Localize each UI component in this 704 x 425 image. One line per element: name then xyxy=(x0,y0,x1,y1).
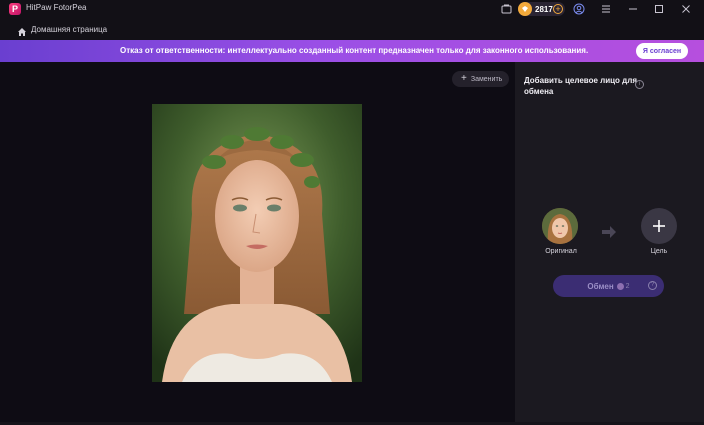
help-icon[interactable]: ? xyxy=(648,281,657,290)
disclaimer-text: Отказ от ответственности: интеллектуальн… xyxy=(120,46,589,55)
original-label: Оригинал xyxy=(545,248,577,255)
title-bar xyxy=(0,0,704,18)
add-target-face-button[interactable] xyxy=(641,208,677,244)
menu-icon[interactable] xyxy=(600,3,612,15)
swap-cost: 2 xyxy=(625,282,630,290)
settings-panel xyxy=(515,62,704,422)
target-label: Цель xyxy=(650,248,668,255)
replace-label: Заменить xyxy=(470,75,503,83)
maximize-icon[interactable] xyxy=(653,3,665,15)
minimize-icon[interactable] xyxy=(627,3,639,15)
coin-icon xyxy=(616,282,624,290)
swap-label: Обмен xyxy=(587,281,614,291)
arrow-right-icon xyxy=(601,225,617,239)
replace-button[interactable]: + Заменить xyxy=(452,71,509,87)
gallery-icon[interactable] xyxy=(500,3,512,15)
coin-balance[interactable]: 2817 + xyxy=(518,2,565,16)
source-photo xyxy=(152,104,362,382)
agree-button[interactable]: Я согласен xyxy=(636,43,688,59)
add-coins-icon[interactable]: + xyxy=(553,4,563,14)
home-icon[interactable] xyxy=(17,24,27,36)
app-logo: P xyxy=(9,3,21,15)
info-icon[interactable]: i xyxy=(635,80,644,89)
coin-icon xyxy=(518,2,532,16)
home-link[interactable]: Домашняя страница xyxy=(31,25,107,34)
plus-icon: + xyxy=(461,73,467,84)
account-icon[interactable] xyxy=(573,3,585,15)
coin-count: 2817 xyxy=(535,4,553,14)
plus-icon xyxy=(653,220,665,232)
original-face-thumbnail[interactable] xyxy=(542,208,578,244)
panel-title: Добавить целевое лицо для обмена xyxy=(524,76,637,96)
close-icon[interactable] xyxy=(680,3,692,15)
app-title: HitPaw FotorPea xyxy=(26,3,87,12)
